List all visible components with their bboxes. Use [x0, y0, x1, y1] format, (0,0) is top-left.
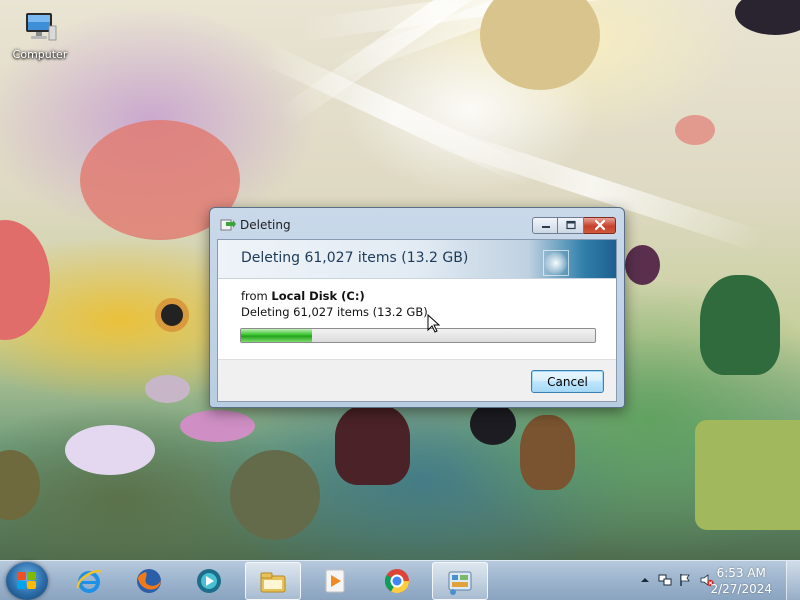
- internet-explorer-icon: [76, 569, 102, 593]
- taskbar-windows-explorer[interactable]: [245, 562, 301, 600]
- system-tray: 6:53 AM 2/27/2024: [610, 561, 800, 600]
- dialog-header-text: Deleting 61,027 items (13.2 GB): [241, 250, 469, 266]
- computer-icon: [23, 12, 57, 41]
- wallpaper-shape: [470, 403, 516, 445]
- desktop-icon-computer[interactable]: Computer: [8, 8, 72, 61]
- taskbar-video-player[interactable]: [308, 562, 364, 600]
- taskbar-clock[interactable]: 6:53 AM 2/27/2024: [710, 565, 772, 597]
- wallpaper-shape: [155, 298, 189, 332]
- wallpaper-shape: [230, 450, 320, 540]
- video-player-icon: [325, 569, 345, 593]
- wallpaper-shape: [480, 0, 600, 90]
- chrome-icon: [384, 569, 409, 594]
- network-icon[interactable]: [658, 573, 672, 587]
- wallpaper-shape: [145, 375, 190, 403]
- wallpaper-shape: [335, 405, 410, 485]
- clock-time: 6:53 AM: [716, 566, 766, 580]
- dialog-titlebar[interactable]: Deleting: [210, 208, 624, 239]
- dialog-header-band: Deleting 61,027 items (13.2 GB): [218, 240, 616, 279]
- delete-progress-bar: [240, 328, 596, 343]
- source-location-link[interactable]: Local Disk (C:): [271, 289, 364, 303]
- close-icon: [594, 219, 606, 231]
- show-desktop-button[interactable]: [786, 561, 800, 600]
- media-player-icon: [197, 569, 221, 593]
- wallpaper-shape: [0, 220, 50, 340]
- delete-progress-icon: [220, 217, 236, 231]
- deleting-dialog[interactable]: Deleting Deleting 61,027 items (13.2 GB)…: [209, 207, 625, 408]
- progress-fill: [241, 329, 312, 342]
- firefox-icon: [137, 569, 161, 593]
- windows-explorer-icon: [260, 572, 286, 593]
- close-button[interactable]: [584, 217, 616, 234]
- wallpaper-shape: [65, 425, 155, 475]
- maximize-button[interactable]: [558, 217, 584, 234]
- action-center-flag-icon[interactable]: [678, 573, 692, 587]
- clock-date: 2/27/2024: [710, 582, 772, 596]
- header-decoration-icon: [543, 250, 569, 276]
- minimize-button[interactable]: [532, 217, 558, 234]
- wallpaper-shape: [695, 420, 800, 530]
- delete-detail-text: Deleting 61,027 items (13.2 GB): [241, 305, 428, 319]
- taskbar: 6:53 AM 2/27/2024: [0, 560, 800, 600]
- taskbar-chrome[interactable]: [370, 562, 426, 600]
- taskbar-control-panel[interactable]: [432, 562, 488, 600]
- windows-start-icon: [17, 572, 37, 590]
- taskbar-media-player[interactable]: [182, 562, 238, 600]
- source-prefix: from: [241, 289, 268, 303]
- wallpaper-shape: [625, 245, 660, 285]
- wallpaper-shape: [520, 415, 575, 490]
- source-line: from Local Disk (C:): [241, 289, 365, 303]
- taskbar-internet-explorer[interactable]: [62, 562, 118, 600]
- wallpaper-shape: [700, 275, 780, 375]
- wallpaper-shape: [180, 410, 255, 442]
- mouse-cursor-icon: [427, 313, 441, 334]
- wallpaper-shape: [735, 0, 800, 35]
- wallpaper-shape: [0, 450, 40, 520]
- control-panel-icon: [448, 571, 472, 595]
- minimize-icon: [542, 226, 550, 228]
- show-hidden-icons-chevron[interactable]: [638, 573, 652, 587]
- wallpaper-shape: [675, 115, 715, 145]
- dialog-title: Deleting: [240, 218, 291, 232]
- dialog-client-area: Deleting 61,027 items (13.2 GB) from Loc…: [217, 239, 617, 402]
- window-controls: [532, 217, 616, 234]
- dialog-footer: Cancel: [218, 359, 616, 401]
- cancel-button[interactable]: Cancel: [531, 370, 604, 393]
- taskbar-firefox[interactable]: [122, 562, 178, 600]
- start-button[interactable]: [6, 562, 48, 600]
- maximize-icon: [566, 220, 576, 230]
- desktop-icon-label: Computer: [12, 48, 68, 61]
